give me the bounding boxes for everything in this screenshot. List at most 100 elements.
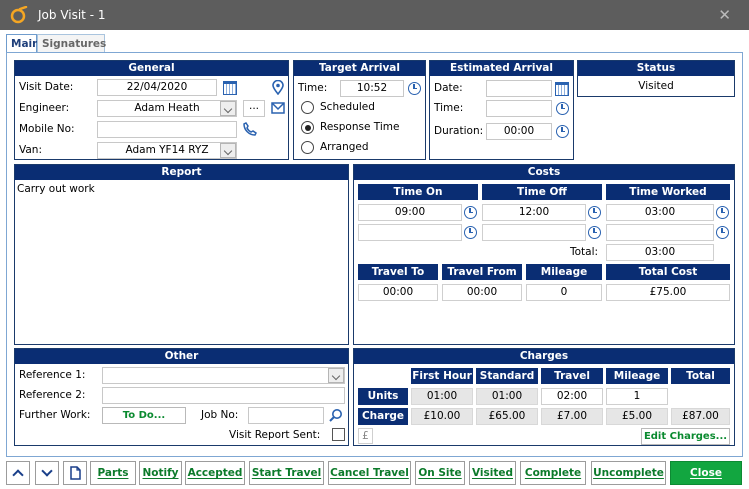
document-button[interactable] xyxy=(63,461,87,485)
currency-button[interactable]: £ xyxy=(358,428,373,444)
col-first-hour: First Hour xyxy=(411,368,473,384)
app-logo-icon xyxy=(10,6,28,24)
radio-scheduled[interactable] xyxy=(301,101,314,114)
time-on-1[interactable]: 09:00 xyxy=(358,204,462,221)
ref1-label: Reference 1: xyxy=(19,369,86,381)
previous-button[interactable] xyxy=(6,461,30,485)
complete-button[interactable]: Complete xyxy=(520,461,586,485)
radio-response-time[interactable] xyxy=(301,121,314,134)
job-no-field[interactable] xyxy=(248,407,324,424)
on-site-button[interactable]: On Site xyxy=(415,461,465,485)
ref1-select[interactable] xyxy=(102,367,345,384)
time-worked-1[interactable]: 03:00 xyxy=(606,204,714,221)
van-label: Van: xyxy=(19,144,42,156)
col-time-worked: Time Worked xyxy=(606,184,730,200)
edit-charges-button[interactable]: Edit Charges... xyxy=(641,428,730,445)
radio-scheduled-label[interactable]: Scheduled xyxy=(320,101,375,113)
costs-panel: Costs Time On Time Off Time Worked 09:00… xyxy=(353,164,735,345)
mileage-field[interactable]: 0 xyxy=(526,284,602,301)
mobile-field[interactable] xyxy=(97,121,237,138)
est-date-field[interactable] xyxy=(486,80,552,97)
est-time-field[interactable] xyxy=(486,100,552,117)
general-panel: General Visit Date: 22/04/2020 Engineer:… xyxy=(14,60,289,160)
van-select[interactable]: Adam YF14 RYZ xyxy=(97,142,237,159)
clock-icon[interactable] xyxy=(464,226,477,239)
charges-panel: Charges First Hour Standard Travel Milea… xyxy=(353,348,735,446)
target-arrival-header: Target Arrival xyxy=(294,61,425,76)
window-title: Job Visit - 1 xyxy=(38,8,106,22)
chevron-down-icon[interactable] xyxy=(220,143,236,158)
report-panel: Report Carry out work xyxy=(14,164,349,345)
est-time-label: Time: xyxy=(434,102,464,114)
units-mileage[interactable]: 1 xyxy=(606,388,668,405)
chevron-down-icon[interactable] xyxy=(220,101,236,116)
units-travel[interactable]: 02:00 xyxy=(541,388,603,405)
uncomplete-button[interactable]: Uncomplete xyxy=(591,461,666,485)
radio-arranged-label[interactable]: Arranged xyxy=(320,141,369,153)
next-button[interactable] xyxy=(35,461,59,485)
target-time-field[interactable]: 10:52 xyxy=(340,80,404,97)
search-icon[interactable] xyxy=(329,408,343,422)
radio-response-time-label[interactable]: Response Time xyxy=(320,121,399,133)
travel-to-field[interactable]: 00:00 xyxy=(358,284,438,301)
duration-field[interactable]: 00:00 xyxy=(486,123,552,140)
accepted-button[interactable]: Accepted xyxy=(185,461,245,485)
window-close-icon[interactable]: ✕ xyxy=(718,6,731,24)
col-charge-total: Total xyxy=(671,368,730,384)
charge-row-label: Charge xyxy=(358,408,408,425)
estimated-arrival-panel: Estimated Arrival Date: Time: Duration: … xyxy=(429,60,574,160)
phone-icon[interactable] xyxy=(243,122,257,136)
clock-icon[interactable] xyxy=(556,102,569,115)
chevron-down-icon[interactable] xyxy=(328,368,344,383)
status-panel: Status Visited xyxy=(577,60,735,97)
costs-total-value: 03:00 xyxy=(606,244,714,261)
col-time-off: Time Off xyxy=(482,184,602,200)
clock-icon[interactable] xyxy=(588,226,601,239)
calendar-icon[interactable] xyxy=(555,82,569,96)
visited-button[interactable]: Visited xyxy=(469,461,516,485)
report-textarea[interactable]: Carry out work xyxy=(17,183,346,341)
map-pin-icon[interactable] xyxy=(272,80,284,95)
time-on-2[interactable] xyxy=(358,224,462,241)
col-travel: Travel xyxy=(541,368,603,384)
start-travel-button[interactable]: Start Travel xyxy=(249,461,324,485)
ref2-label: Reference 2: xyxy=(19,389,86,401)
ref2-field[interactable] xyxy=(102,387,345,404)
todo-button[interactable]: To Do... xyxy=(102,407,186,424)
email-icon[interactable] xyxy=(271,102,285,114)
col-total-cost: Total Cost xyxy=(606,264,730,280)
other-header: Other xyxy=(15,349,348,364)
tab-signatures[interactable]: Signatures xyxy=(37,34,106,53)
status-value: Visited xyxy=(638,80,674,92)
time-off-2[interactable] xyxy=(482,224,586,241)
clock-icon[interactable] xyxy=(464,206,477,219)
chevron-down-icon xyxy=(41,465,53,477)
clock-icon[interactable] xyxy=(556,125,569,138)
travel-from-field[interactable]: 00:00 xyxy=(442,284,522,301)
engineer-more-button[interactable]: ... xyxy=(243,100,265,117)
time-off-1[interactable]: 12:00 xyxy=(482,204,586,221)
notify-button[interactable]: Notify xyxy=(139,461,182,485)
tab-main[interactable]: Main xyxy=(6,34,40,53)
clock-icon[interactable] xyxy=(716,206,729,219)
units-standard: 01:00 xyxy=(476,388,538,405)
parts-button[interactable]: Parts xyxy=(90,461,136,485)
document-icon xyxy=(70,466,81,480)
engineer-value: Adam Heath xyxy=(134,102,200,114)
visit-report-checkbox[interactable] xyxy=(332,428,345,441)
clock-icon[interactable] xyxy=(408,82,421,95)
cancel-travel-button[interactable]: Cancel Travel xyxy=(328,461,411,485)
charge-standard: £65.00 xyxy=(476,408,538,425)
engineer-select[interactable]: Adam Heath xyxy=(97,100,237,117)
calendar-icon[interactable] xyxy=(223,81,237,95)
col-mileage: Mileage xyxy=(526,264,602,280)
clock-icon[interactable] xyxy=(588,206,601,219)
visit-date-field[interactable]: 22/04/2020 xyxy=(97,79,217,96)
time-worked-2[interactable] xyxy=(606,224,714,241)
col-standard: Standard xyxy=(476,368,538,384)
costs-header: Costs xyxy=(354,165,734,180)
clock-icon[interactable] xyxy=(716,226,729,239)
units-row-label: Units xyxy=(358,388,408,405)
radio-arranged[interactable] xyxy=(301,141,314,154)
close-button[interactable]: Close xyxy=(670,461,742,485)
